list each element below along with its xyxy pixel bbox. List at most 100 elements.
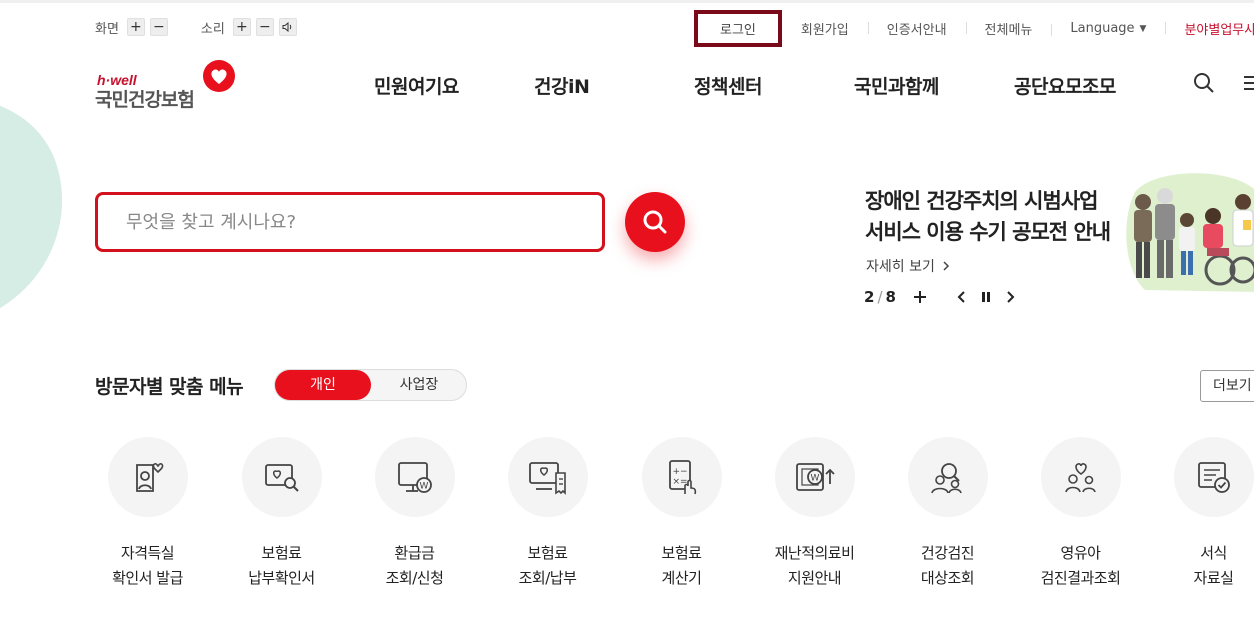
screen-label: 화면 <box>95 21 119 37</box>
signup-link[interactable]: 회원가입 <box>782 19 868 38</box>
banner-page-current: 2 <box>864 288 875 306</box>
screen-zoom-out-button[interactable]: − <box>149 18 168 36</box>
top-border <box>0 0 1254 3</box>
menu-item-refund[interactable]: W 환급금조회/신청 <box>348 437 481 591</box>
svg-text:W: W <box>419 482 428 492</box>
plus-icon[interactable] <box>913 290 927 304</box>
svg-text:W: W <box>810 474 819 484</box>
banner-controls: 2 / 8 <box>864 287 1015 307</box>
banner-more-link[interactable]: 자세히 보기 <box>866 256 951 276</box>
sound-up-button[interactable]: + <box>232 18 251 36</box>
menu-label-line1: 보험료 <box>661 544 702 562</box>
menu-label-line2: 조회/납부 <box>518 569 577 587</box>
computer-receipt-icon <box>528 462 566 495</box>
menu-icon-circle: +− ×= <box>641 437 722 517</box>
visitor-type-toggle: 개인 사업장 <box>274 369 467 401</box>
language-select[interactable]: Language ▼ <box>1051 21 1165 36</box>
screen-zoom-group: 화면 + − <box>95 18 173 37</box>
nav-item-health-in[interactable]: 건강iN <box>534 72 590 99</box>
banner-illustration[interactable] <box>1125 172 1254 292</box>
document-search-icon <box>264 464 299 492</box>
tab-personal[interactable]: 개인 <box>275 370 371 400</box>
menu-icon-circle <box>1173 437 1254 517</box>
menu-item-payment-cert[interactable]: 보험료납부확인서 <box>215 437 348 591</box>
people-search-icon <box>930 463 962 494</box>
family-heart-icon <box>1064 463 1096 493</box>
won-support-icon: W <box>795 463 835 491</box>
speaker-icon <box>282 22 292 32</box>
speaker-button[interactable] <box>278 18 297 36</box>
chevron-right-icon <box>943 261 950 271</box>
sound-group: 소리 + − <box>201 18 302 37</box>
menu-icon-circle: W <box>774 437 855 517</box>
menu-item-forms[interactable]: 서식 자료실 <box>1147 437 1254 591</box>
top-links: 로그인 회원가입 인증서안내 전체메뉴 Language ▼ 분야별업무사이트 <box>694 9 1254 47</box>
accessibility-controls: 화면 + − 소리 + − <box>95 16 330 38</box>
banner-more-label: 자세히 보기 <box>866 259 935 275</box>
calculator-hand-icon: +−×= <box>668 460 696 495</box>
person-heart-icon <box>135 463 163 492</box>
menu-item-qualification[interactable]: 자격득실확인서 발급 <box>81 437 214 591</box>
menu-label-line2: 지원안내 <box>787 569 842 587</box>
menu-icon-circle <box>1040 437 1121 517</box>
search-button[interactable] <box>625 192 685 252</box>
menu-icon[interactable] <box>1244 72 1254 94</box>
visitor-menu-title: 방문자별 맞춤 메뉴 <box>95 376 244 398</box>
menu-icon-circle <box>907 437 988 517</box>
banner-title-line1: 장애인 건강주치의 시범사업 <box>865 189 1098 213</box>
next-icon[interactable] <box>1005 290 1015 304</box>
menu-item-catastrophic-medical[interactable]: W 재난적의료비지원안내 <box>748 437 881 591</box>
banner-title-line2: 서비스 이용 수기 공모전 안내 <box>865 220 1111 244</box>
nav-item-with-people[interactable]: 국민과함께 <box>854 72 939 99</box>
menu-label-line2: 대상조회 <box>920 569 975 587</box>
login-link[interactable]: 로그인 <box>694 9 782 47</box>
tab-business[interactable]: 사업장 <box>371 370 467 400</box>
menu-label-line1: 보험료 <box>527 544 568 562</box>
search-input[interactable] <box>98 195 602 249</box>
menu-item-calculator[interactable]: +− ×= 보험료계산기 <box>615 437 748 591</box>
menu-label-line1: 환급금 <box>394 544 435 562</box>
decorative-blob <box>0 67 95 348</box>
search-icon <box>643 210 667 234</box>
full-menu-link[interactable]: 전체메뉴 <box>965 19 1052 38</box>
main-nav: 민원여기요 건강iN 정책센터 국민과함께 공단요모조모 <box>0 72 1254 98</box>
cert-guide-link[interactable]: 인증서안내 <box>867 19 966 38</box>
form-check-icon <box>1197 462 1230 493</box>
banner-title[interactable]: 장애인 건강주치의 시범사업 서비스 이용 수기 공모전 안내 <box>865 186 1111 248</box>
pause-icon[interactable] <box>981 290 991 304</box>
menu-label-line2: 납부확인서 <box>248 569 315 587</box>
language-label: Language <box>1070 20 1135 36</box>
menu-icon-circle: W <box>374 437 455 517</box>
banner-page-total: 8 <box>885 288 896 306</box>
menu-label-line2: 확인서 발급 <box>112 569 183 587</box>
nav-item-civil[interactable]: 민원여기요 <box>374 72 459 99</box>
search-icon[interactable] <box>1193 72 1215 94</box>
menu-label-line2: 자료실 <box>1193 569 1234 587</box>
menu-label-line2: 계산기 <box>661 569 702 587</box>
banner-page-sep: / <box>877 288 883 306</box>
nav-item-policy[interactable]: 정책센터 <box>694 72 762 99</box>
nav-item-about[interactable]: 공단요모조모 <box>1014 72 1116 99</box>
menu-icon-circle <box>507 437 588 517</box>
menu-item-premium-inquiry[interactable]: 보험료조회/납부 <box>481 437 614 591</box>
menu-label-line1: 자격득실 <box>120 544 175 562</box>
sound-label: 소리 <box>200 21 225 37</box>
menu-label-line2: 조회/신청 <box>385 569 444 587</box>
menu-icon-circle <box>241 437 322 517</box>
menu-label-line1: 보험료 <box>261 544 302 562</box>
menu-item-infant-check[interactable]: 영유아검진결과조회 <box>1014 437 1147 591</box>
menu-label-line1: 건강검진 <box>920 544 975 562</box>
menu-label-line1: 재난적의료비 <box>774 544 855 562</box>
field-sites-link[interactable]: 분야별업무사이트 <box>1165 19 1254 38</box>
menu-item-health-check[interactable]: 건강검진대상조회 <box>881 437 1014 591</box>
prev-icon[interactable] <box>957 290 967 304</box>
screen-zoom-in-button[interactable]: + <box>126 18 145 36</box>
more-button[interactable]: 더보기 <box>1200 370 1254 402</box>
menu-icon-circle <box>107 437 188 517</box>
svg-text:+−: +− <box>672 467 687 477</box>
search-box <box>95 192 605 252</box>
sound-down-button[interactable]: − <box>255 18 274 36</box>
menu-label-line1: 영유아 <box>1060 544 1101 562</box>
monitor-won-icon: W <box>397 462 432 493</box>
menu-label-line2: 검진결과조회 <box>1040 569 1121 587</box>
